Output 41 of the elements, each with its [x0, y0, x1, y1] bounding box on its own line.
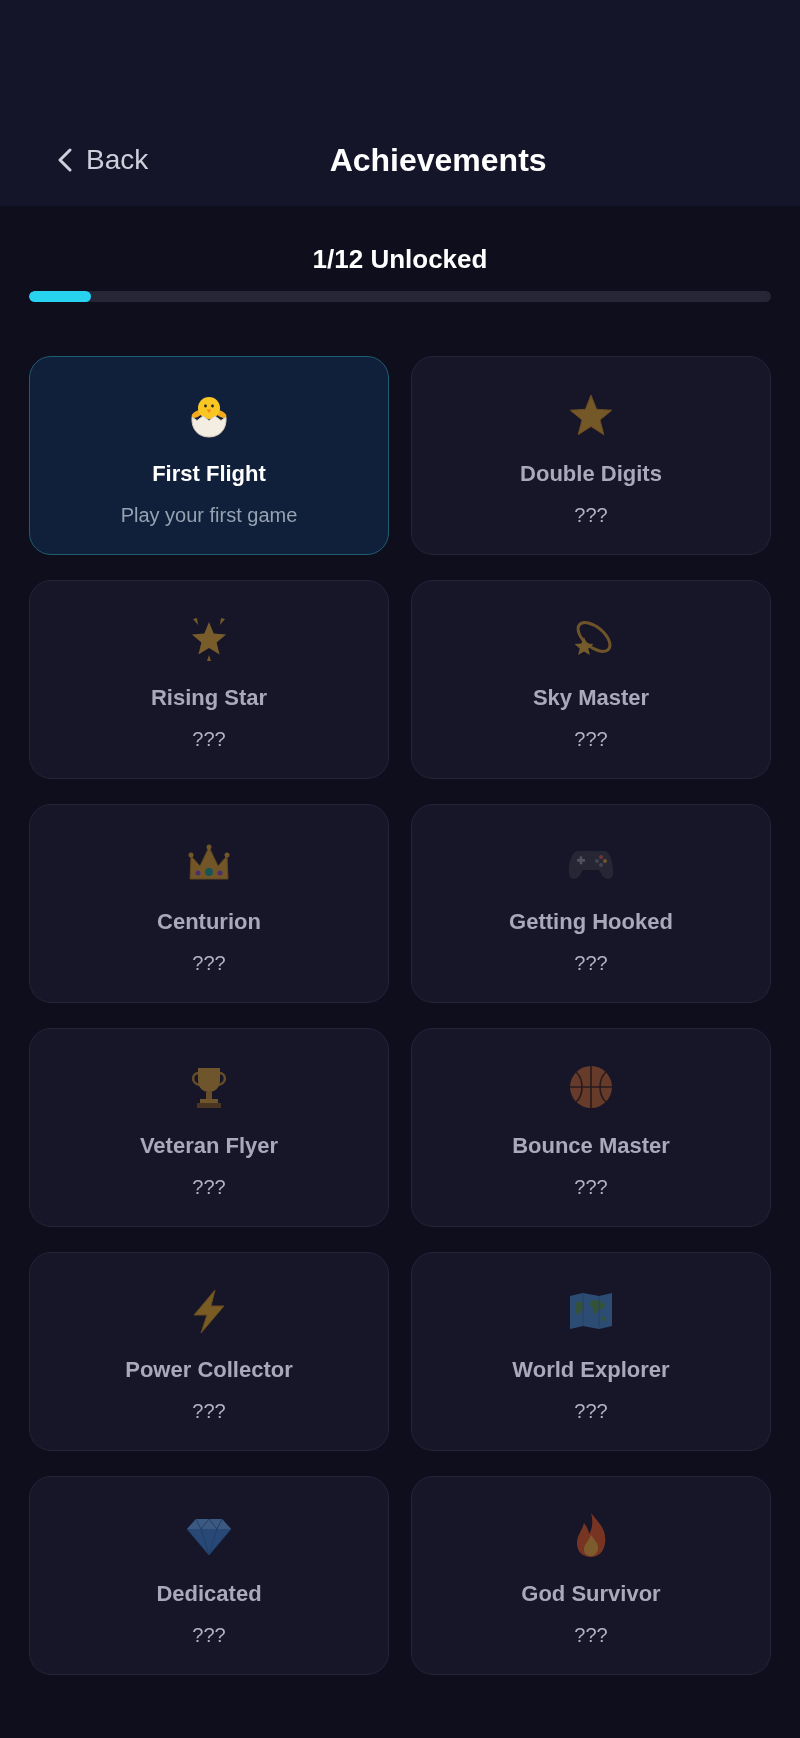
achievement-title: Veteran Flyer	[139, 1133, 279, 1159]
achievement-description: ???	[574, 951, 608, 975]
achievement-description: ???	[574, 727, 608, 751]
basketball-icon	[567, 1063, 615, 1111]
unlocked-count: 1/12 Unlocked	[312, 244, 488, 274]
achievement-description: ???	[192, 951, 226, 975]
achievement-card[interactable]: First Flight Play your first game	[29, 356, 389, 555]
achievement-card[interactable]: Rising Star ???	[29, 580, 389, 779]
achievement-card[interactable]: Bounce Master ???	[411, 1028, 771, 1227]
achievement-description: ???	[574, 1623, 608, 1647]
achievement-card[interactable]: Centurion ???	[29, 804, 389, 1003]
achievement-card[interactable]: Power Collector ???	[29, 1252, 389, 1451]
chevron-left-icon	[58, 148, 72, 172]
achievement-description: ???	[574, 1175, 608, 1199]
page-title: Achievements	[329, 144, 547, 176]
achievement-card[interactable]: Veteran Flyer ???	[29, 1028, 389, 1227]
achievement-description: ???	[192, 1175, 226, 1199]
achievement-card[interactable]: Getting Hooked ???	[411, 804, 771, 1003]
achievement-title: Rising Star	[150, 685, 268, 711]
achievement-title: Centurion	[157, 909, 261, 935]
achievement-description: ???	[574, 503, 608, 527]
achievement-description: ???	[192, 1623, 226, 1647]
achievement-description: Play your first game	[120, 503, 298, 527]
achievement-card[interactable]: Dedicated ???	[29, 1476, 389, 1675]
achievement-title: Double Digits	[520, 461, 662, 487]
achievement-card[interactable]: World Explorer ???	[411, 1252, 771, 1451]
achievement-title: Sky Master	[532, 685, 650, 711]
achievement-title: World Explorer	[512, 1357, 670, 1383]
achievement-description: ???	[574, 1399, 608, 1423]
achievement-title: Dedicated	[156, 1581, 262, 1607]
achievement-description: ???	[192, 1399, 226, 1423]
achievement-title: God Survivor	[521, 1581, 661, 1607]
achievement-card[interactable]: Double Digits ???	[411, 356, 771, 555]
achievement-title: Getting Hooked	[509, 909, 673, 935]
achievement-card[interactable]: Sky Master ???	[411, 580, 771, 779]
achievement-description: ???	[192, 727, 226, 751]
achievement-title: First Flight	[152, 461, 266, 487]
achievement-title: Power Collector	[125, 1357, 293, 1383]
achievement-title: Bounce Master	[512, 1133, 670, 1159]
achievement-card[interactable]: God Survivor ???	[411, 1476, 771, 1675]
back-button[interactable]: Back	[58, 146, 149, 174]
